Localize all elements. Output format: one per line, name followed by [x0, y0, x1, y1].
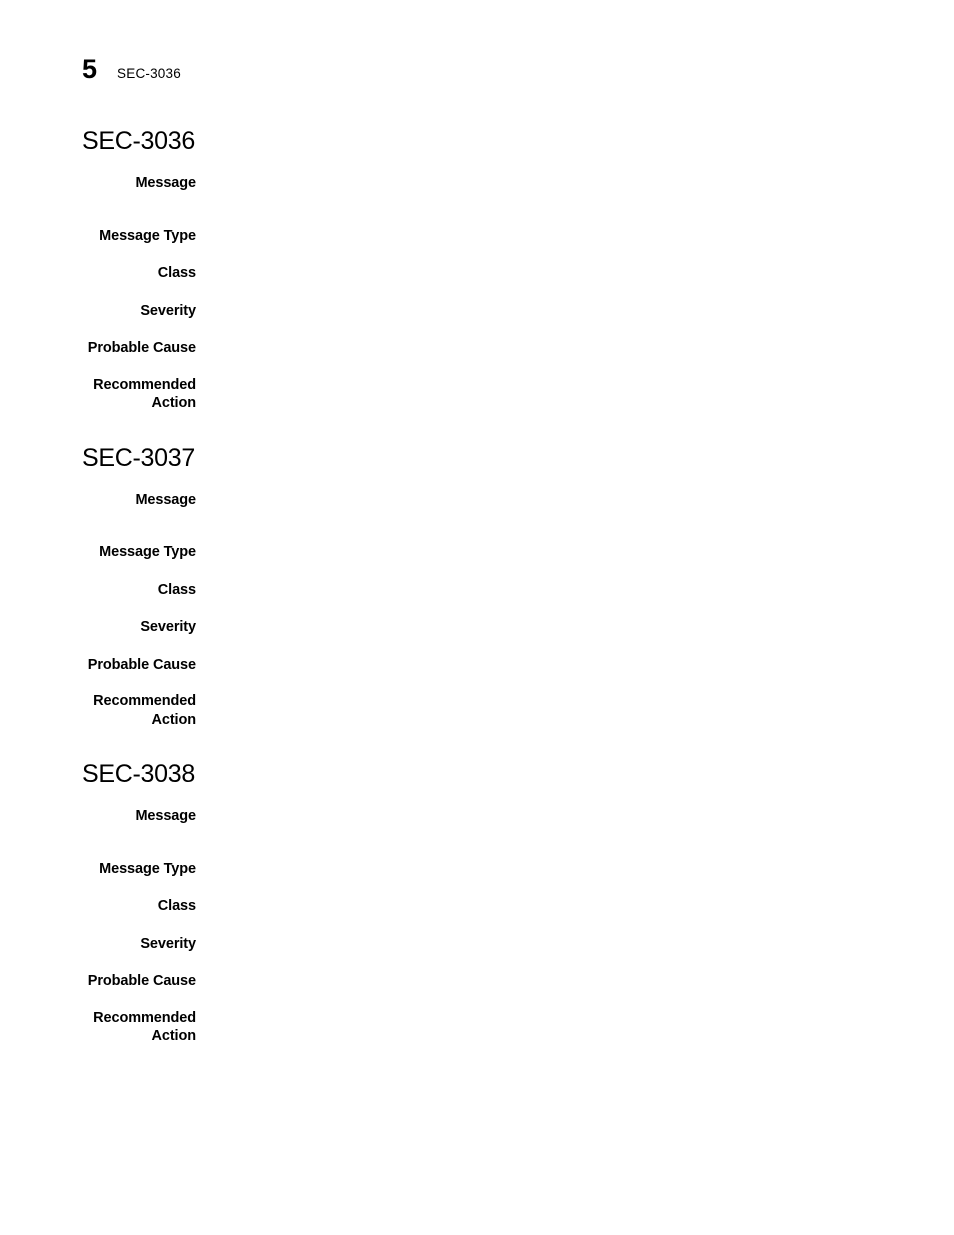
- field-row-message: Message: [0, 491, 954, 510]
- field-label-recommended-action: Recommended Action: [93, 693, 196, 728]
- message-section: SEC-3038 Message Message Type Class Seve…: [0, 759, 954, 1046]
- field-label-severity: Severity: [140, 302, 196, 319]
- message-section: SEC-3036 Message Message Type Class Seve…: [0, 126, 954, 413]
- field-label-severity: Severity: [140, 619, 196, 635]
- field-label-probable-cause: Probable Cause: [87, 973, 196, 989]
- running-header: 5 SEC-3036: [82, 56, 181, 83]
- field-value-class: [196, 581, 954, 582]
- field-row-message: Message: [0, 174, 954, 193]
- field-label-message-type: Message Type: [99, 860, 196, 877]
- field-row-class: Class: [0, 264, 954, 283]
- field-row-class: Class: [0, 581, 954, 600]
- field-value-severity: [196, 302, 954, 303]
- field-value-message: [196, 807, 954, 808]
- field-row-message-type: Message Type: [0, 860, 954, 879]
- field-label-class: Class: [157, 581, 196, 598]
- field-label-class: Class: [157, 898, 196, 914]
- field-row-class: Class: [0, 897, 954, 916]
- section-heading: SEC-3036: [82, 127, 195, 155]
- field-value-probable-cause: [196, 656, 954, 657]
- field-value-message-type: [196, 543, 954, 544]
- field-row-message-type: Message Type: [0, 227, 954, 246]
- field-row-recommended-action: Recommended Action: [0, 692, 954, 729]
- field-row-probable-cause: Probable Cause: [0, 339, 954, 358]
- field-row-recommended-action: Recommended Action: [0, 376, 954, 413]
- field-value-recommended-action: [196, 1009, 954, 1010]
- field-value-recommended-action: [196, 376, 954, 377]
- field-label-class: Class: [157, 265, 196, 281]
- message-section: SEC-3037 Message Message Type Class Seve…: [0, 443, 954, 730]
- field-value-message-type: [196, 227, 954, 228]
- page-content: SEC-3036 Message Message Type Class Seve…: [0, 126, 954, 1046]
- field-value-message: [196, 174, 954, 175]
- field-label-recommended-action: Recommended Action: [93, 1009, 196, 1045]
- field-value-severity: [196, 618, 954, 619]
- field-list: Message Message Type Class Severity Prob: [0, 174, 954, 413]
- field-label-message: Message: [135, 491, 196, 508]
- field-value-message: [196, 491, 954, 492]
- section-heading: SEC-3038: [82, 760, 195, 788]
- field-value-probable-cause: [196, 339, 954, 340]
- field-value-probable-cause: [196, 972, 954, 973]
- field-label-recommended-action: Recommended Action: [93, 376, 196, 412]
- field-value-message-type: [196, 860, 954, 861]
- field-row-message: Message: [0, 807, 954, 826]
- field-row-severity: Severity: [0, 618, 954, 637]
- field-value-severity: [196, 935, 954, 936]
- field-value-class: [196, 264, 954, 265]
- field-row-probable-cause: Probable Cause: [0, 972, 954, 991]
- field-row-recommended-action: Recommended Action: [0, 1009, 954, 1046]
- field-list: Message Message Type Class Severity Prob: [0, 491, 954, 730]
- running-header-title: SEC-3036: [117, 66, 181, 81]
- field-label-message: Message: [135, 175, 196, 191]
- section-heading: SEC-3037: [82, 443, 195, 472]
- field-row-message-type: Message Type: [0, 543, 954, 562]
- field-label-message: Message: [135, 808, 196, 824]
- field-label-message-type: Message Type: [99, 544, 196, 560]
- field-list: Message Message Type Class Severity Prob: [0, 807, 954, 1046]
- document-page: 5 SEC-3036 SEC-3036 Message Message Type…: [0, 0, 954, 1235]
- field-label-message-type: Message Type: [99, 227, 196, 244]
- field-value-recommended-action: [196, 692, 954, 693]
- field-row-probable-cause: Probable Cause: [0, 656, 954, 675]
- field-label-probable-cause: Probable Cause: [87, 656, 196, 673]
- field-value-class: [196, 897, 954, 898]
- chapter-number: 5: [82, 54, 98, 84]
- field-row-severity: Severity: [0, 302, 954, 321]
- field-label-probable-cause: Probable Cause: [87, 340, 196, 356]
- field-row-severity: Severity: [0, 935, 954, 954]
- field-label-severity: Severity: [140, 935, 196, 952]
